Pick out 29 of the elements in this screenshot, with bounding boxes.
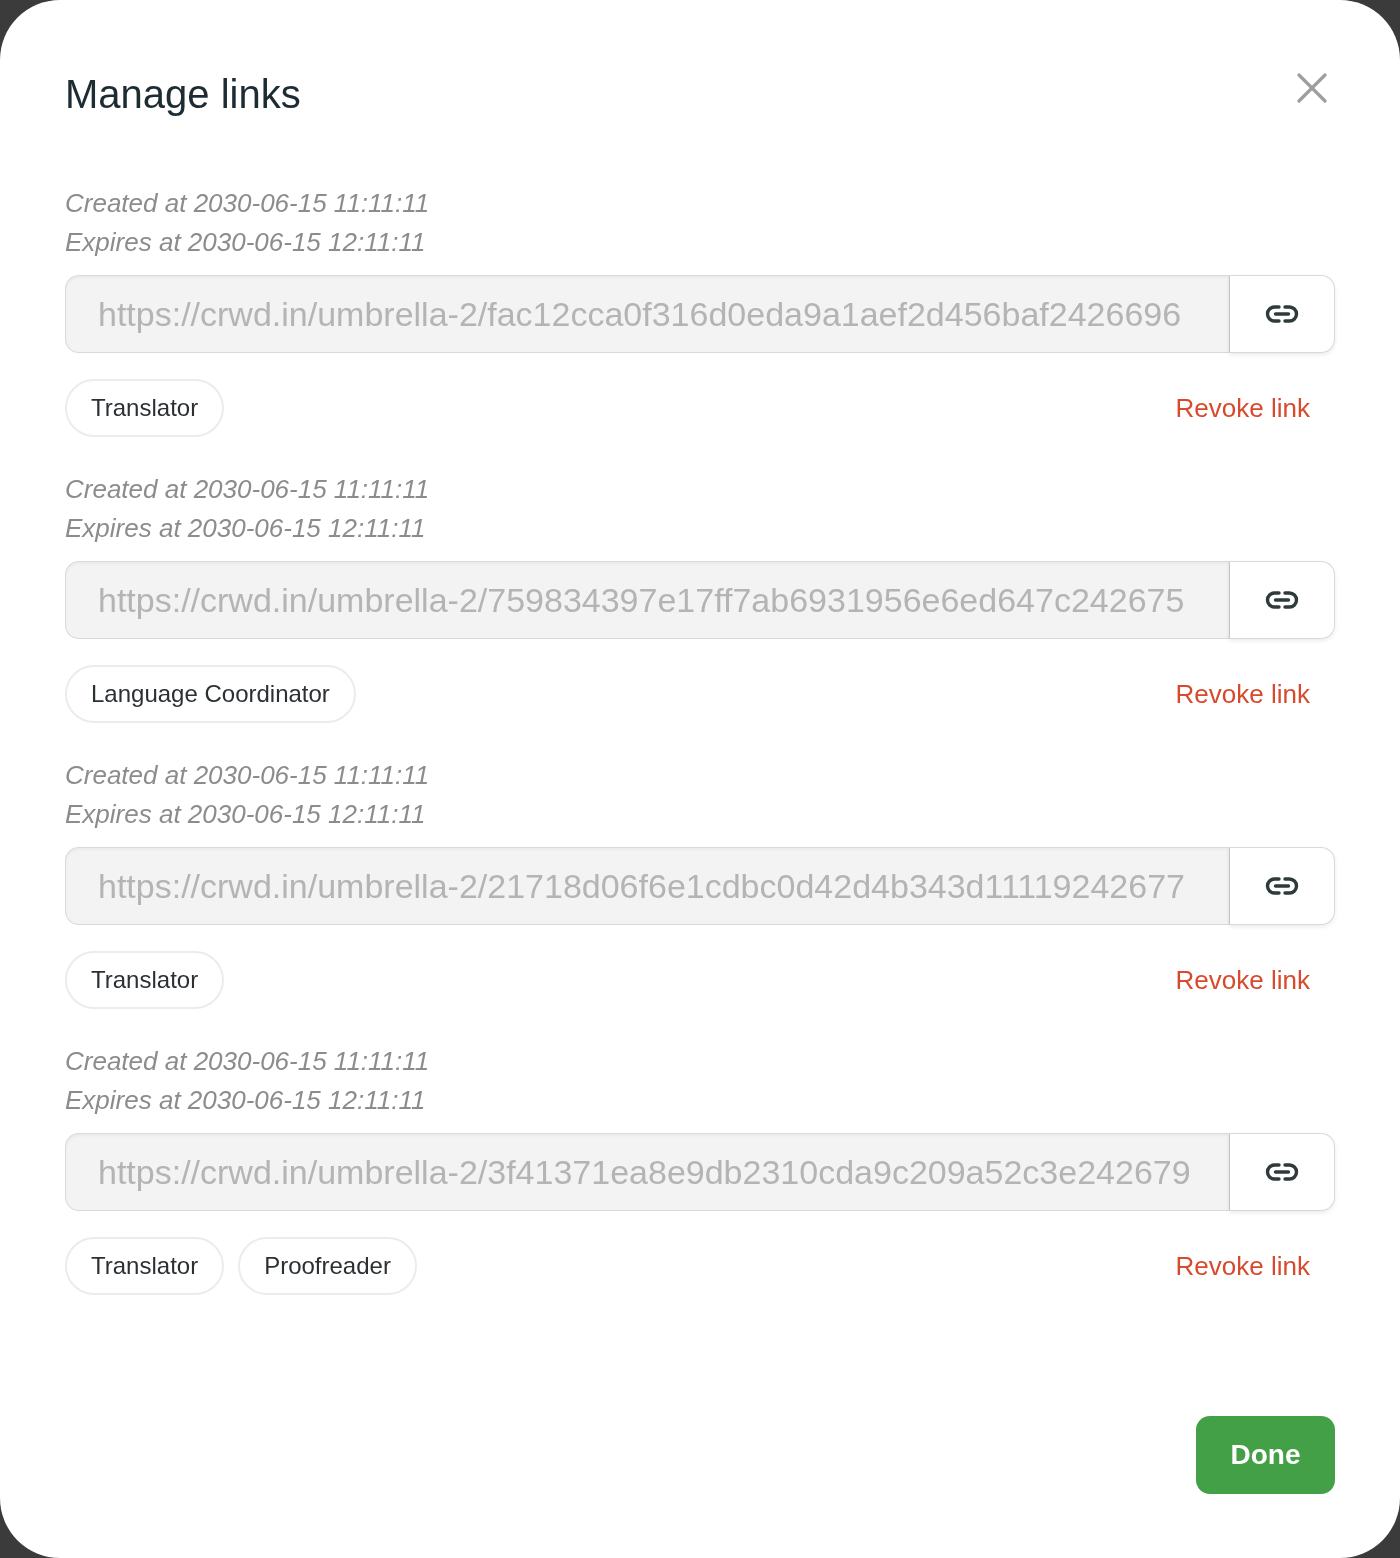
created-date: Created at 2030-06-15 11:11:11 [65, 187, 431, 220]
revoke-link[interactable]: Revoke link [1175, 1246, 1310, 1286]
link-button[interactable] [1229, 561, 1335, 639]
created-date: Created at 2030-06-15 11:11:11 [65, 473, 431, 506]
role-tag: Translator [65, 951, 225, 1009]
link-button[interactable] [1229, 847, 1335, 925]
link-icon [1265, 876, 1299, 896]
revoke-link[interactable]: Revoke link [1175, 388, 1310, 428]
link-icon [1265, 590, 1299, 610]
link-button[interactable] [1229, 275, 1335, 353]
created-date: Created at 2030-06-15 11:11:11 [65, 1045, 431, 1078]
role-tag: Translator [65, 379, 225, 437]
done-button[interactable]: Done [1196, 1416, 1335, 1494]
revoke-link[interactable]: Revoke link [1175, 674, 1310, 714]
role-tag: Language Coordinator [65, 665, 356, 723]
role-tag: Translator [65, 1237, 225, 1295]
close-button[interactable] [1297, 73, 1327, 103]
expiry-date: Expires at 2030-06-15 12:11:11 [65, 798, 427, 831]
role-tag: Proofreader [238, 1237, 417, 1295]
dialog-title: Manage links [65, 71, 301, 118]
revoke-link[interactable]: Revoke link [1175, 960, 1310, 1000]
close-icon [1297, 73, 1327, 103]
link-icon [1265, 1162, 1299, 1182]
created-date: Created at 2030-06-15 11:11:11 [65, 759, 431, 792]
expiry-date: Expires at 2030-06-15 12:11:11 [65, 1084, 427, 1117]
expiry-date: Expires at 2030-06-15 12:11:11 [65, 226, 427, 259]
expiry-date: Expires at 2030-06-15 12:11:11 [65, 512, 427, 545]
link-icon [1265, 304, 1299, 324]
link-button[interactable] [1229, 1133, 1335, 1211]
